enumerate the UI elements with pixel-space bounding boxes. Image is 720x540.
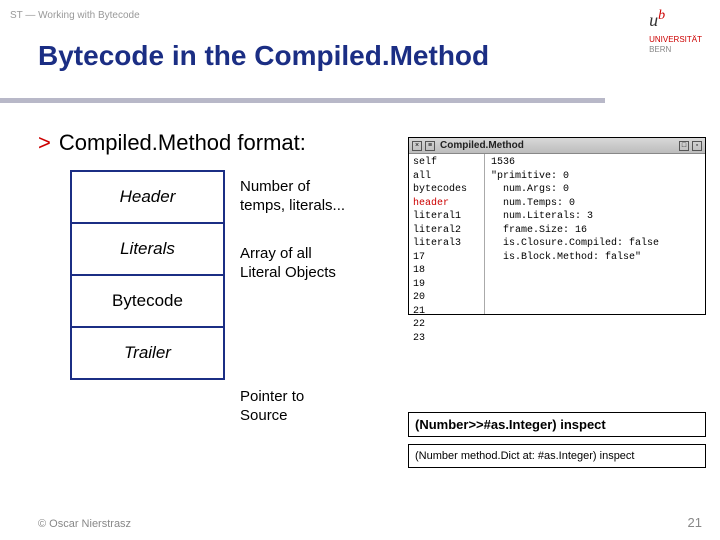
inspector-value-pane[interactable]: 1536 "primitive: 0 num.Args: 0 num.Temps…: [485, 154, 705, 314]
desc-literals: Array of allLiteral Objects: [240, 245, 336, 283]
inspector-title: Compiled.Method: [440, 140, 679, 151]
inspector-window: × ≡ Compiled.Method □ ▫ self all bytecod…: [408, 137, 706, 315]
format-blocks: Header Literals Bytecode Trailer: [70, 170, 225, 378]
list-item[interactable]: 17: [413, 251, 480, 265]
list-item[interactable]: literal2: [413, 224, 480, 238]
value-line: frame.Size: 16: [491, 224, 699, 238]
list-item[interactable]: 22: [413, 318, 480, 332]
list-item[interactable]: 18: [413, 264, 480, 278]
list-item[interactable]: 21: [413, 305, 480, 319]
menu-icon[interactable]: ≡: [425, 141, 435, 151]
value-line: is.Closure.Compiled: false: [491, 237, 699, 251]
block-trailer: Trailer: [70, 326, 225, 380]
inspector-titlebar[interactable]: × ≡ Compiled.Method □ ▫: [409, 138, 705, 154]
value-line: num.Temps: 0: [491, 197, 699, 211]
list-item[interactable]: literal1: [413, 210, 480, 224]
value-line: "primitive: 0: [491, 170, 699, 184]
list-item-selected[interactable]: header: [413, 197, 480, 211]
list-item[interactable]: 23: [413, 332, 480, 346]
list-item[interactable]: all bytecodes: [413, 170, 480, 197]
block-bytecode: Bytecode: [70, 274, 225, 328]
list-item[interactable]: literal3: [413, 237, 480, 251]
value-line: is.Block.Method: false": [491, 251, 699, 265]
code-snippet-2: (Number method.Dict at: #as.Integer) ins…: [408, 444, 706, 468]
inspector-field-list[interactable]: self all bytecodes header literal1 liter…: [409, 154, 485, 314]
desc-header: Number oftemps, literals...: [240, 178, 345, 216]
breadcrumb: ST — Working with Bytecode: [10, 10, 140, 21]
bullet-main: >Compiled.Method format:: [38, 130, 306, 156]
list-item[interactable]: 20: [413, 291, 480, 305]
header-area: ST — Working with Bytecode ub UNIVERSITÄ…: [0, 0, 720, 120]
expand-icon[interactable]: ▫: [692, 141, 702, 151]
value-line: num.Literals: 3: [491, 210, 699, 224]
block-header: Header: [70, 170, 225, 224]
copyright: © Oscar Nierstrasz: [38, 518, 131, 530]
list-item[interactable]: self: [413, 156, 480, 170]
collapse-icon[interactable]: □: [679, 141, 689, 151]
university-logo: ub UNIVERSITÄTBERN: [649, 8, 702, 54]
slide-title: Bytecode in the Compiled.Method: [38, 40, 489, 72]
close-icon[interactable]: ×: [412, 141, 422, 151]
block-literals: Literals: [70, 222, 225, 276]
list-item[interactable]: 19: [413, 278, 480, 292]
page-number: 21: [688, 515, 702, 530]
value-line: num.Args: 0: [491, 183, 699, 197]
value-line: 1536: [491, 156, 699, 170]
code-snippet-1: (Number>>#as.Integer) inspect: [408, 412, 706, 437]
bullet-icon: >: [38, 130, 51, 155]
desc-trailer: Pointer toSource: [240, 388, 304, 426]
